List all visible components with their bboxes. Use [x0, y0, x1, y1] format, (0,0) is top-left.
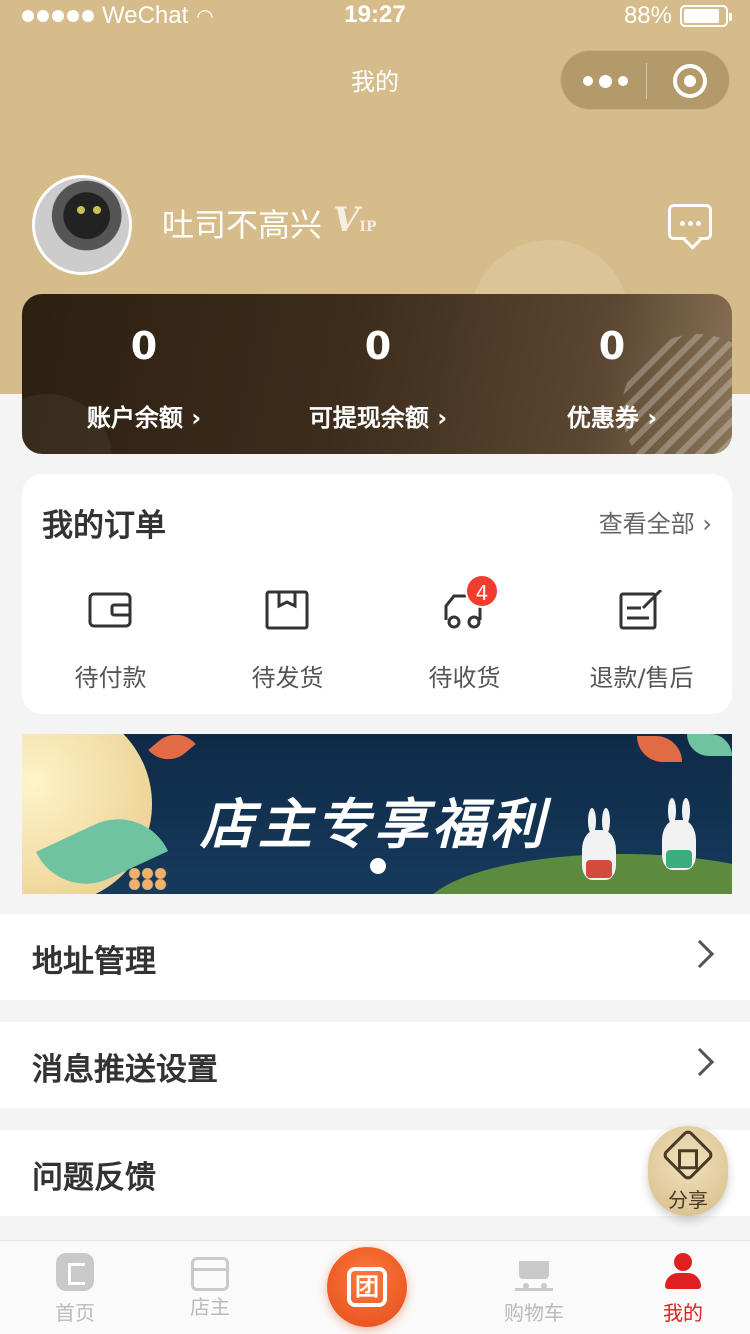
order-label: 待付款 — [74, 664, 147, 692]
menu-item-address[interactable]: 地址管理 — [0, 914, 750, 1000]
username: 吐司不高兴 — [162, 206, 323, 244]
tab-label: 我的 — [663, 1301, 703, 1325]
message-icon[interactable] — [668, 204, 712, 240]
close-mini-program-icon[interactable] — [673, 64, 707, 98]
battery-fill — [684, 9, 720, 23]
vip-badge-icon: VIP — [333, 200, 376, 240]
balance-label: 可提现余额 › — [308, 404, 448, 432]
tab-label: 购物车 — [504, 1301, 564, 1325]
order-label: 待发货 — [251, 664, 324, 692]
view-all-orders-link[interactable]: 查看全部 › — [599, 504, 712, 539]
leaf-illustration — [148, 734, 196, 770]
balance-value: 0 — [598, 324, 626, 368]
balance-label: 账户余额 › — [86, 404, 202, 432]
share-label: 分享 — [668, 1188, 708, 1212]
rabbit-illustration — [582, 808, 616, 880]
capsule-divider — [646, 63, 647, 99]
home-icon — [56, 1253, 94, 1291]
balance-value: 0 — [130, 324, 158, 368]
orders-title: 我的订单 — [42, 508, 166, 544]
group-buy-button[interactable]: 团 — [327, 1247, 407, 1327]
tab-cart[interactable]: 购物车 — [459, 1241, 609, 1334]
edit-icon — [619, 590, 663, 630]
carousel-indicator[interactable] — [370, 858, 386, 874]
share-icon — [661, 1128, 715, 1182]
balance-coupons[interactable]: 0 优惠券 › — [494, 294, 730, 454]
menu-item-feedback[interactable]: 问题反馈 — [0, 1130, 750, 1216]
tab-label: 首页 — [55, 1301, 95, 1325]
profile-icon — [664, 1253, 702, 1291]
order-label: 待收货 — [428, 664, 501, 692]
tab-bar: 首页 店主 团 购物车 我的 — [0, 1240, 750, 1334]
menu-label: 消息推送设置 — [32, 1052, 218, 1088]
tab-mine[interactable]: 我的 — [608, 1241, 750, 1334]
balance-value: 0 — [364, 324, 392, 368]
status-battery-group: 88% — [623, 2, 732, 30]
mini-program-capsule — [560, 50, 730, 110]
leaf-illustration — [687, 734, 732, 756]
banner-title: 店主专享福利 — [200, 792, 548, 856]
wallet-icon — [88, 592, 132, 628]
share-button[interactable]: 分享 — [648, 1126, 728, 1216]
balance-withdrawable[interactable]: 0 可提现余额 › — [260, 294, 496, 454]
group-buy-icon: 团 — [347, 1267, 387, 1307]
more-icon[interactable] — [583, 51, 628, 111]
order-label: 退款/售后 — [589, 664, 694, 692]
cart-icon — [515, 1253, 553, 1291]
rabbit-illustration — [662, 798, 696, 870]
battery-percent: 88% — [623, 2, 672, 29]
status-bar: WeChat ◠ 19:27 88% — [0, 0, 750, 34]
berries-illustration — [128, 868, 168, 890]
balance-label: 优惠券 › — [566, 404, 658, 432]
promo-banner[interactable]: 店主专享福利 — [22, 734, 732, 894]
balance-card: 0 账户余额 › 0 可提现余额 › 0 优惠券 › — [22, 294, 732, 454]
box-icon — [265, 590, 309, 630]
tab-home[interactable]: 首页 — [0, 1241, 150, 1334]
chevron-right-icon — [685, 1047, 715, 1077]
vip-badge-letter: V — [333, 200, 360, 240]
tab-store-owner[interactable]: 店主 — [135, 1241, 285, 1334]
avatar[interactable] — [32, 175, 132, 275]
order-count-badge: 4 — [465, 574, 499, 608]
store-icon — [191, 1257, 229, 1291]
vip-badge-small: IP — [359, 219, 377, 235]
menu-label: 问题反馈 — [32, 1160, 156, 1196]
balance-account[interactable]: 0 账户余额 › — [26, 294, 262, 454]
menu-label: 地址管理 — [32, 944, 156, 980]
menu-item-notifications[interactable]: 消息推送设置 — [0, 1022, 750, 1108]
tab-label: 店主 — [190, 1295, 230, 1319]
leaf-illustration — [637, 736, 682, 762]
orders-card: 我的订单 查看全部 › 待付款 待发货 待收货 退款/售后 4 — [22, 474, 732, 714]
chevron-right-icon — [685, 939, 715, 969]
battery-icon — [680, 5, 732, 27]
